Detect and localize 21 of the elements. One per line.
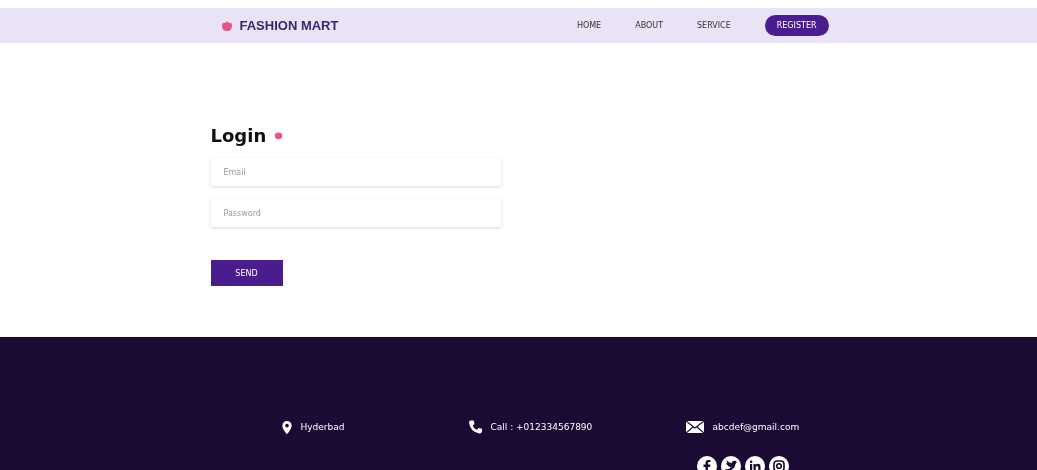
brand-name[interactable]: FASHION MART — [239, 18, 339, 33]
blossom-icon — [220, 19, 233, 32]
nav-link[interactable]: ABOUT — [635, 21, 663, 30]
twitter-icon[interactable] — [720, 456, 741, 470]
linkedin-icon[interactable] — [744, 456, 765, 470]
login-heading: Login — [210, 125, 267, 146]
register-button[interactable]: REGISTER — [764, 15, 829, 36]
contact-text: abcdef@gmail.com — [712, 422, 800, 432]
send-button[interactable]: SEND — [210, 260, 283, 286]
blossom-icon — [274, 131, 284, 140]
input-field[interactable]: Password — [210, 199, 501, 227]
contact-text: Hyderbad — [300, 422, 345, 432]
nav-link[interactable]: SERVICE — [697, 21, 731, 30]
mail-icon — [685, 421, 704, 433]
contact-text: Call : +012334567890 — [490, 422, 593, 432]
instagram-icon[interactable] — [768, 456, 789, 470]
nav-link[interactable]: HOME — [576, 21, 602, 30]
facebook-icon[interactable] — [696, 456, 717, 470]
input-field[interactable]: Email — [210, 158, 501, 186]
phone-icon — [468, 420, 482, 434]
location-pin-icon — [281, 420, 292, 434]
